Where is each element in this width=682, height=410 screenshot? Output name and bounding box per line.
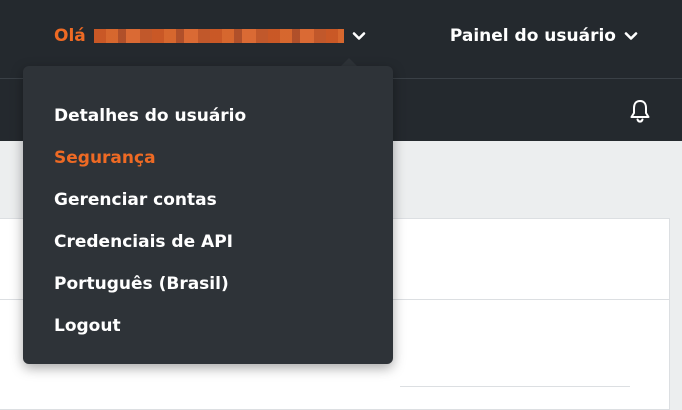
- user-panel-menu[interactable]: Painel do usuário: [450, 23, 640, 49]
- menu-item-user-details[interactable]: Detalhes do usuário: [54, 104, 246, 146]
- bell-icon[interactable]: [628, 98, 652, 124]
- user-panel-label: Painel do usuário: [449, 26, 616, 46]
- menu-item-logout[interactable]: Logout: [54, 314, 246, 356]
- chevron-down-icon: [350, 27, 368, 45]
- greeting-label: Olá: [54, 26, 86, 46]
- menu-item-language[interactable]: Português (Brasil): [54, 272, 246, 314]
- menu-item-manage-accounts[interactable]: Gerenciar contas: [54, 188, 246, 230]
- menu-item-api-credentials[interactable]: Credenciais de API: [54, 230, 246, 272]
- card-divider: [400, 386, 630, 387]
- user-greeting-menu[interactable]: Olá: [54, 23, 368, 49]
- redacted-username: [93, 29, 344, 43]
- menu-item-security[interactable]: Segurança: [54, 146, 246, 188]
- dropdown-menu-list: Detalhes do usuário Segurança Gerenciar …: [54, 104, 246, 356]
- user-dropdown-menu: Detalhes do usuário Segurança Gerenciar …: [23, 66, 393, 364]
- chevron-down-icon: [622, 27, 640, 45]
